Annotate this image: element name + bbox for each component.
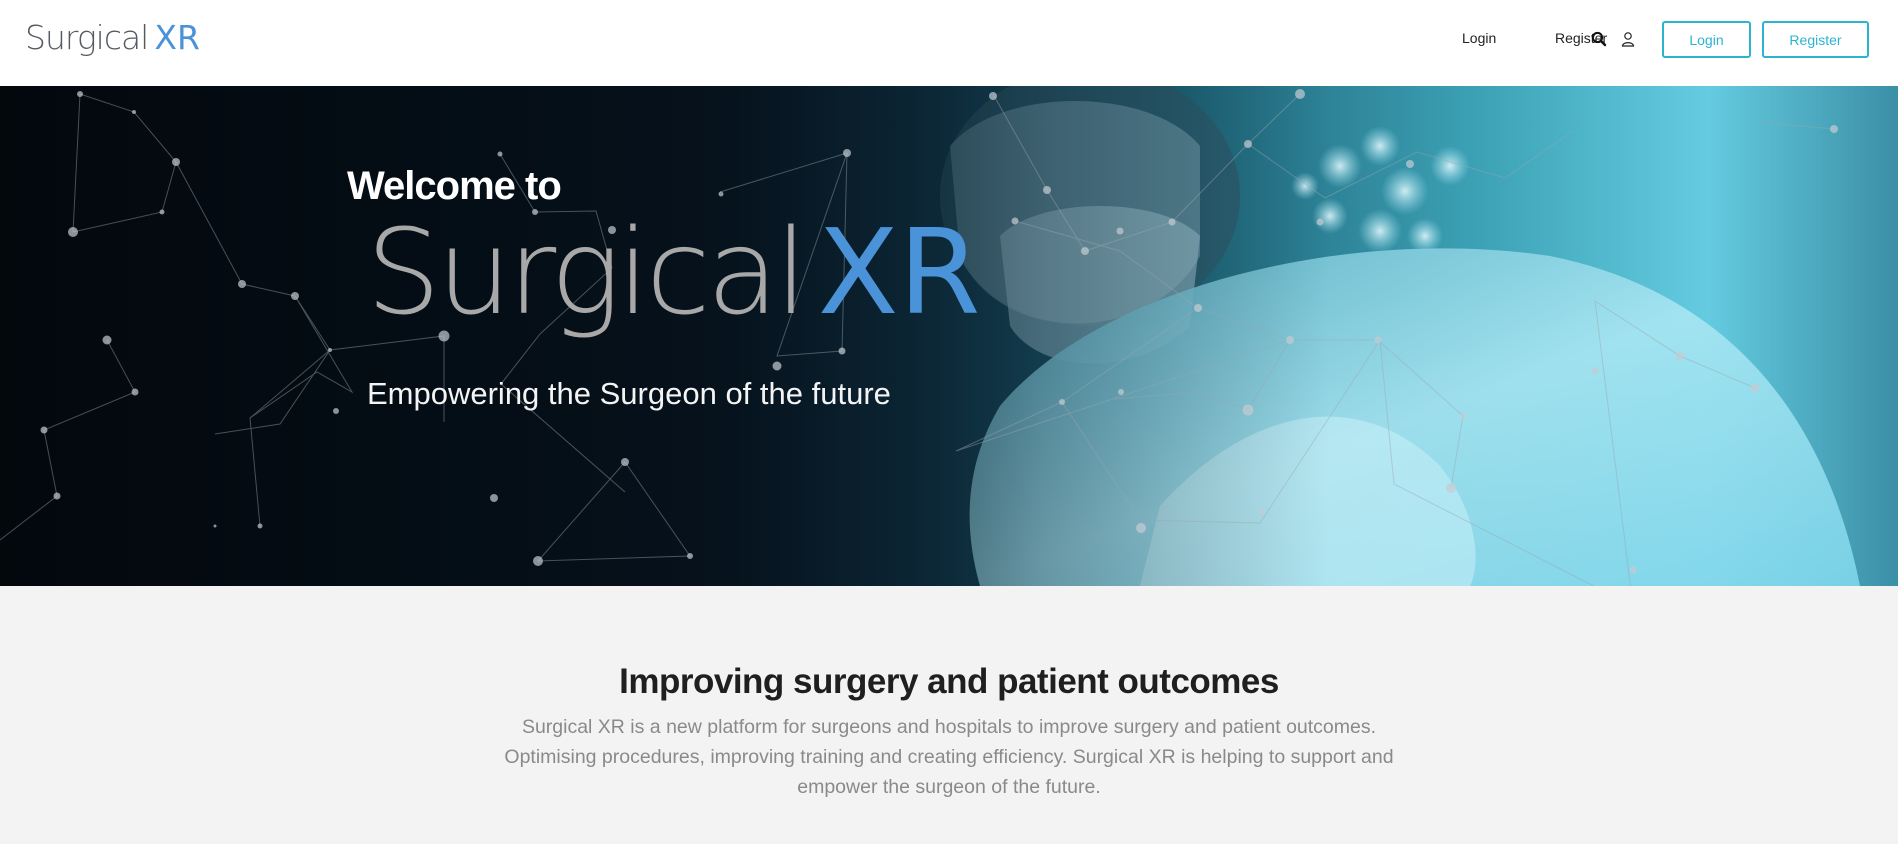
hero-brand-accent: XR [817,203,981,341]
site-logo[interactable]: Surgical XR [25,18,200,62]
intro-section: Improving surgery and patient outcomes S… [0,586,1898,844]
login-button[interactable]: Login [1662,21,1751,58]
logo-accent: XR [154,18,200,57]
site-header: Surgical XR Login Register Login Registe… [0,0,1898,86]
hero-brand-word: Surgical [366,203,808,341]
nav-login-link[interactable]: Login [1462,30,1496,46]
hero-tagline: Empowering the Surgeon of the future [367,376,891,411]
section-title: Improving surgery and patient outcomes [619,662,1279,701]
logo-word: Surgical [25,18,149,57]
search-icon[interactable] [1591,31,1607,47]
section-description: Surgical XR is a new platform for surgeo… [504,716,1394,798]
hero-banner: Welcome to Surgical XR Empowering the Su… [0,86,1898,586]
hero-brand-logo: Surgical XR [366,203,981,341]
user-icon[interactable] [1620,31,1636,47]
register-button[interactable]: Register [1762,21,1869,58]
